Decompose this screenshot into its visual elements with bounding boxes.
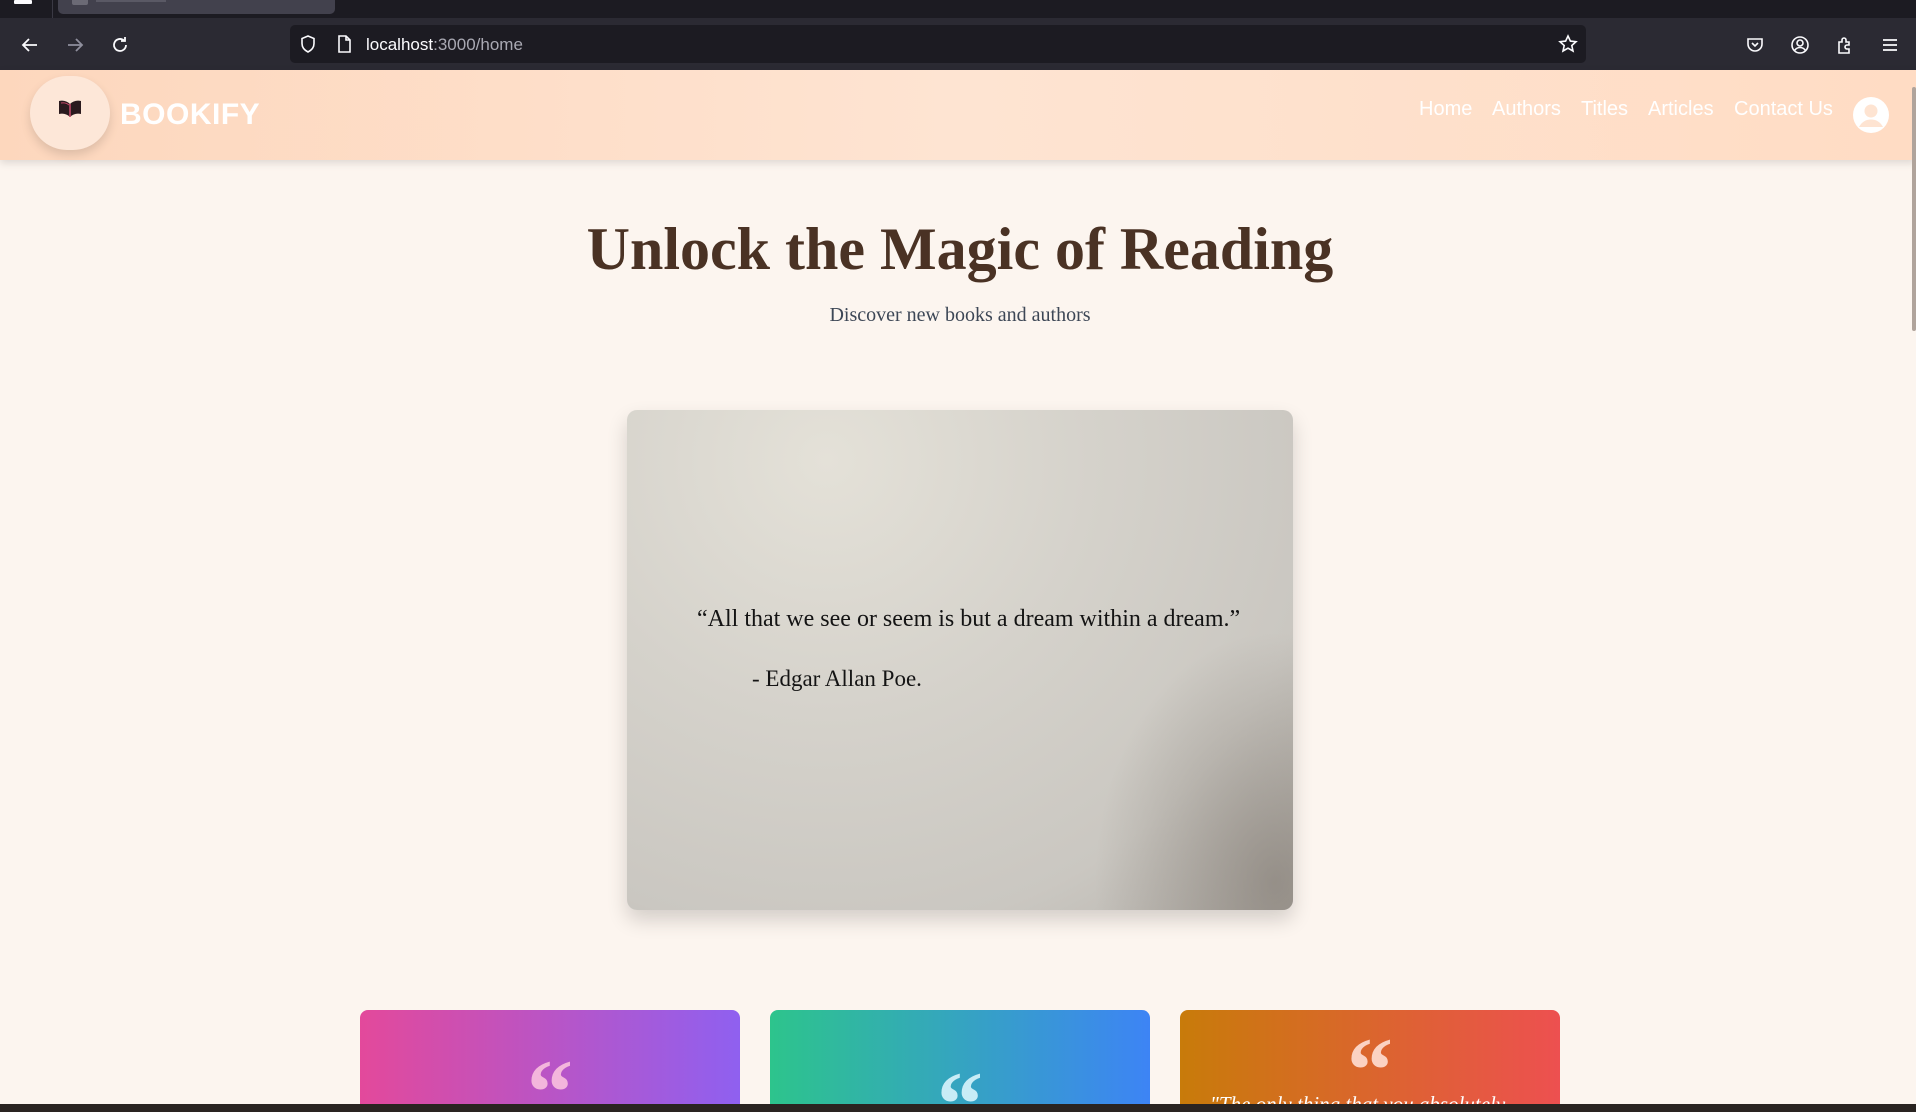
nav-link-titles[interactable]: Titles (1581, 98, 1628, 121)
page-info-icon[interactable] (334, 34, 354, 54)
shield-icon[interactable] (298, 34, 318, 54)
featured-quote-card: “All that we see or seem is but a dream … (627, 410, 1293, 910)
card-shadow-overlay (1093, 630, 1293, 910)
quote-card-orange[interactable]: “ "The only thing that you absolutely (1180, 1010, 1560, 1112)
hero-subtitle: Discover new books and authors (829, 304, 1091, 326)
nav-link-articles[interactable]: Articles (1648, 98, 1714, 121)
page-scrollbar[interactable] (1912, 87, 1916, 331)
featured-quote-author: - Edgar Allan Poe. (752, 666, 922, 691)
hamburger-menu-icon[interactable] (1876, 31, 1904, 59)
back-arrow-icon[interactable] (16, 31, 44, 59)
tab-list-icon[interactable] (14, 0, 32, 4)
nav-link-contact-us[interactable]: Contact Us (1734, 98, 1833, 121)
address-bar[interactable]: localhost:3000/home (290, 25, 1586, 63)
nav-link-authors[interactable]: Authors (1492, 98, 1561, 121)
pocket-icon[interactable] (1741, 31, 1769, 59)
quote-card-teal[interactable]: “ (770, 1010, 1150, 1112)
bookmark-star-icon[interactable] (1558, 34, 1578, 54)
url-text: localhost:3000/home (366, 35, 523, 54)
account-icon[interactable] (1786, 31, 1814, 59)
hero-title: Unlock the Magic of Reading (586, 216, 1334, 282)
nav-link-home[interactable]: Home (1419, 98, 1472, 121)
quote-card-pink[interactable]: “ (360, 1010, 740, 1112)
featured-quote-text: “All that we see or seem is but a dream … (697, 606, 1241, 632)
browser-tab-strip (0, 0, 1916, 18)
tab-favicon-icon (72, 0, 88, 5)
user-profile-icon[interactable] (1852, 96, 1890, 134)
extensions-icon[interactable] (1831, 31, 1859, 59)
browser-toolbar: localhost:3000/home (0, 18, 1916, 70)
logo-badge[interactable] (30, 76, 110, 150)
site-navbar: BOOKIFY Home Authors Titles Articles Con… (0, 70, 1916, 160)
bottom-edge-bar (0, 1104, 1916, 1112)
quote-mark-icon: “ (527, 1041, 573, 1112)
brand-name[interactable]: BOOKIFY (120, 98, 260, 132)
tab-title (96, 0, 166, 2)
reload-icon[interactable] (106, 31, 134, 59)
tab-separator (52, 0, 53, 18)
forward-arrow-icon[interactable] (61, 31, 89, 59)
open-book-icon (59, 100, 81, 117)
browser-tab-active[interactable] (58, 0, 335, 14)
